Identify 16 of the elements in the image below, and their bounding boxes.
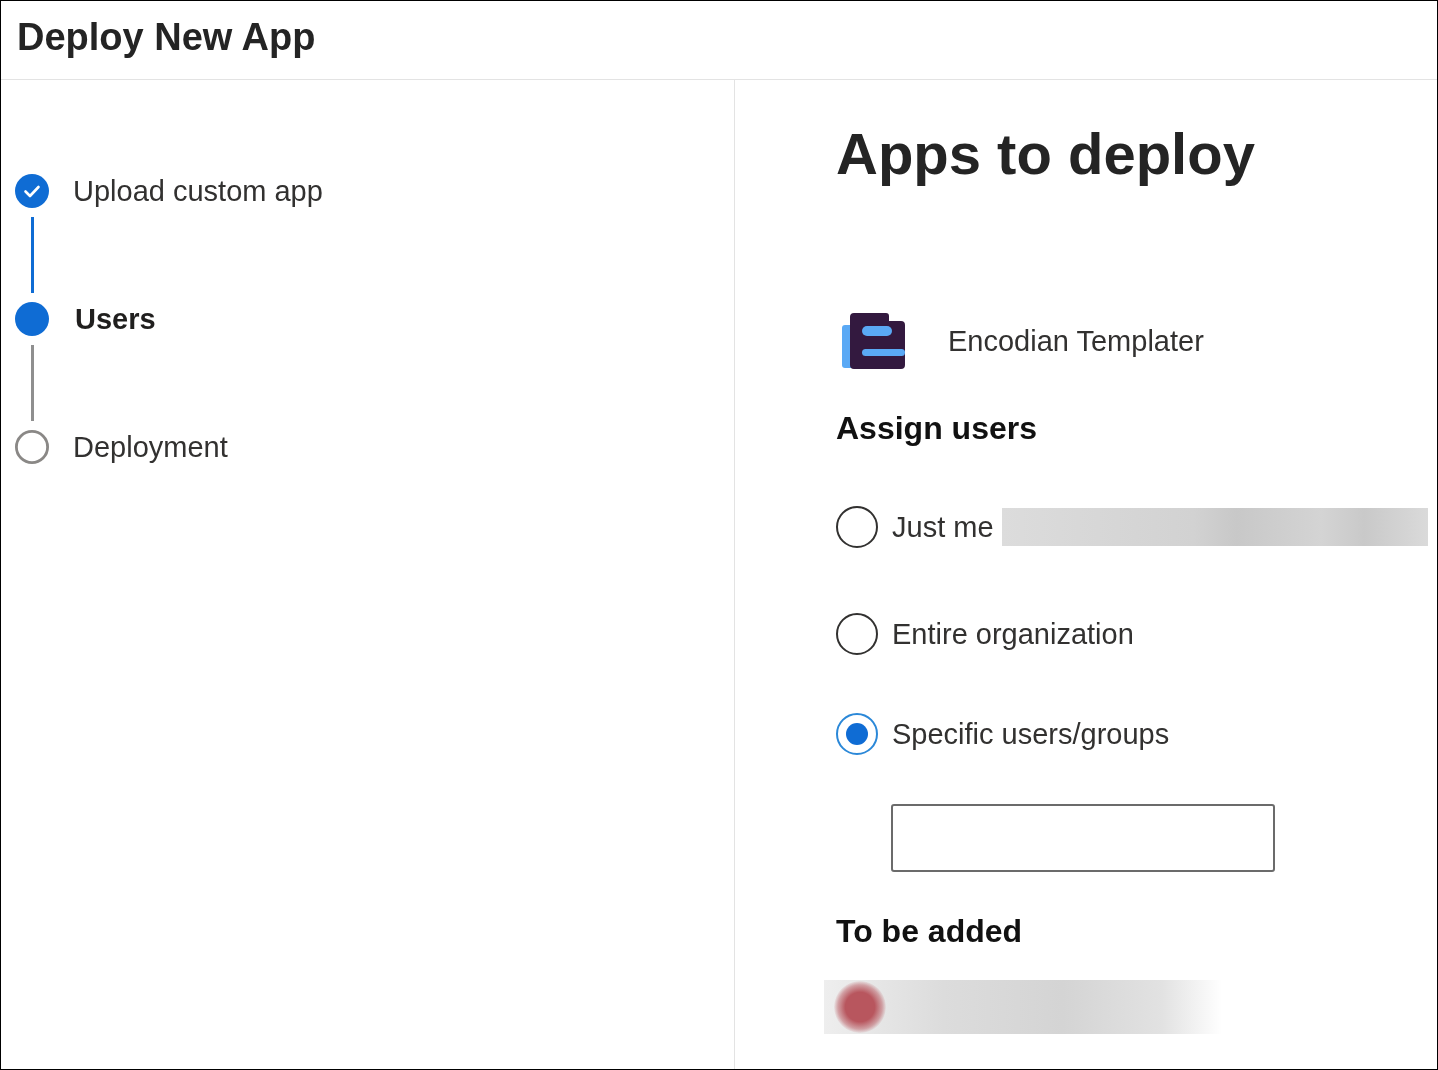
app-name: Encodian Templater	[948, 326, 1204, 356]
radio-label[interactable]: Just me	[892, 512, 994, 542]
radio-button[interactable]	[836, 713, 878, 755]
radio-label[interactable]: Entire organization	[892, 619, 1134, 649]
step-label: Deployment	[73, 432, 228, 462]
app-logo-icon	[841, 313, 905, 369]
radio-label[interactable]: Specific users/groups	[892, 719, 1170, 749]
step-label: Users	[75, 304, 156, 334]
avatar-icon	[834, 981, 886, 1033]
radio-button[interactable]	[836, 506, 878, 548]
section-heading: Assign users	[836, 412, 1037, 444]
input-field[interactable]	[891, 804, 1275, 872]
radio-button[interactable]	[836, 613, 878, 655]
section-heading: To be added	[836, 915, 1023, 947]
step-label: Upload custom app	[73, 176, 323, 206]
dialog-title: Deploy New App	[17, 18, 316, 56]
